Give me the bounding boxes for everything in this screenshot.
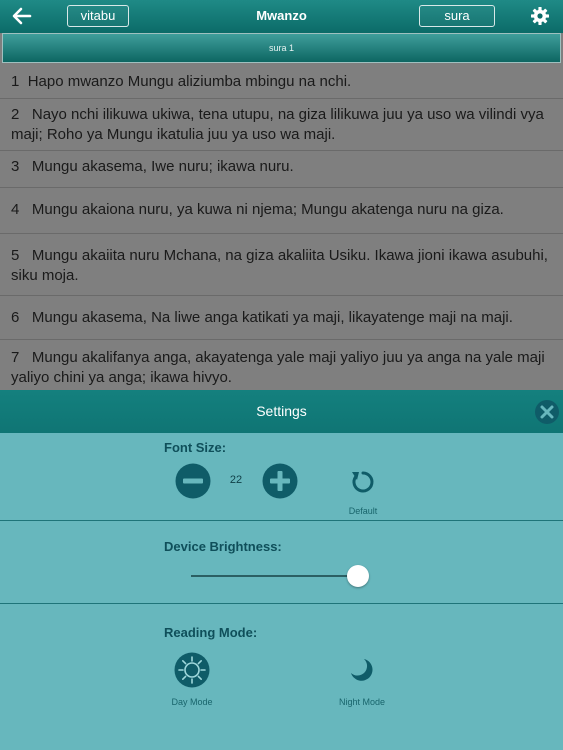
divider xyxy=(0,520,563,521)
night-mode-moon-icon[interactable] xyxy=(348,656,376,684)
verse-item[interactable]: 6 Mungu akasema, Na liwe anga katikati y… xyxy=(0,296,563,340)
verse-text: Mungu akasema, Iwe nuru; ikawa nuru. xyxy=(31,158,294,175)
settings-panel: Settings Font Size: 22 Default Device Br… xyxy=(0,390,563,750)
font-size-value: 22 xyxy=(229,474,243,486)
top-bar: vitabu Mwanzo sura xyxy=(0,0,563,33)
brightness-slider-track[interactable] xyxy=(191,575,359,577)
verse-number: 7 xyxy=(11,349,20,366)
verse-text: Mungu akaiona nuru, ya kuwa ni njema; Mu… xyxy=(31,201,504,218)
reset-icon[interactable] xyxy=(350,469,376,495)
verse-item[interactable]: 4 Mungu akaiona nuru, ya kuwa ni njema; … xyxy=(0,188,563,234)
brightness-label: Device Brightness: xyxy=(164,539,282,554)
verse-text: Mungu akasema, Na liwe anga katikati ya … xyxy=(31,309,513,326)
day-mode-sun-icon[interactable] xyxy=(174,652,210,688)
verse-number: 5 xyxy=(11,247,20,264)
close-icon[interactable] xyxy=(534,399,560,425)
gear-icon[interactable] xyxy=(530,6,550,26)
verse-number: 1 xyxy=(11,73,20,90)
increase-font-button[interactable] xyxy=(262,463,298,499)
divider xyxy=(0,603,563,604)
decrease-font-button[interactable] xyxy=(175,463,211,499)
day-mode-label: Day Mode xyxy=(171,697,213,707)
verse-text: Nayo nchi ilikuwa ukiwa, tena utupu, na … xyxy=(11,106,544,143)
chapter-button[interactable]: sura xyxy=(419,5,495,27)
verse-item[interactable]: 1 Hapo mwanzo Mungu aliziumba mbingu na … xyxy=(0,66,563,99)
settings-title: Settings xyxy=(0,390,563,433)
default-label: Default xyxy=(348,506,378,516)
verse-text: Hapo mwanzo Mungu aliziumba mbingu na nc… xyxy=(27,73,352,90)
verse-list: 1 Hapo mwanzo Mungu aliziumba mbingu na … xyxy=(0,64,563,390)
verse-text: Mungu akaiita nuru Mchana, na giza akali… xyxy=(11,247,548,284)
night-mode-label: Night Mode xyxy=(338,697,386,707)
verse-text: Mungu akalifanya anga, akayatenga yale m… xyxy=(11,349,545,386)
verse-item[interactable]: 2 Nayo nchi ilikuwa ukiwa, tena utupu, n… xyxy=(0,99,563,151)
brightness-slider-knob[interactable] xyxy=(347,565,369,587)
verse-number: 3 xyxy=(11,158,20,175)
verse-number: 2 xyxy=(11,106,20,123)
verse-number: 6 xyxy=(11,309,20,326)
verse-number: 4 xyxy=(11,201,20,218)
verse-item[interactable]: 5 Mungu akaiita nuru Mchana, na giza aka… xyxy=(0,234,563,296)
verse-item[interactable]: 3 Mungu akasema, Iwe nuru; ikawa nuru. xyxy=(0,151,563,188)
reading-mode-label: Reading Mode: xyxy=(164,625,258,640)
chapter-header: sura 1 xyxy=(2,33,561,63)
font-size-label: Font Size: xyxy=(164,440,227,455)
verse-item[interactable]: 7 Mungu akalifanya anga, akayatenga yale… xyxy=(0,340,563,390)
